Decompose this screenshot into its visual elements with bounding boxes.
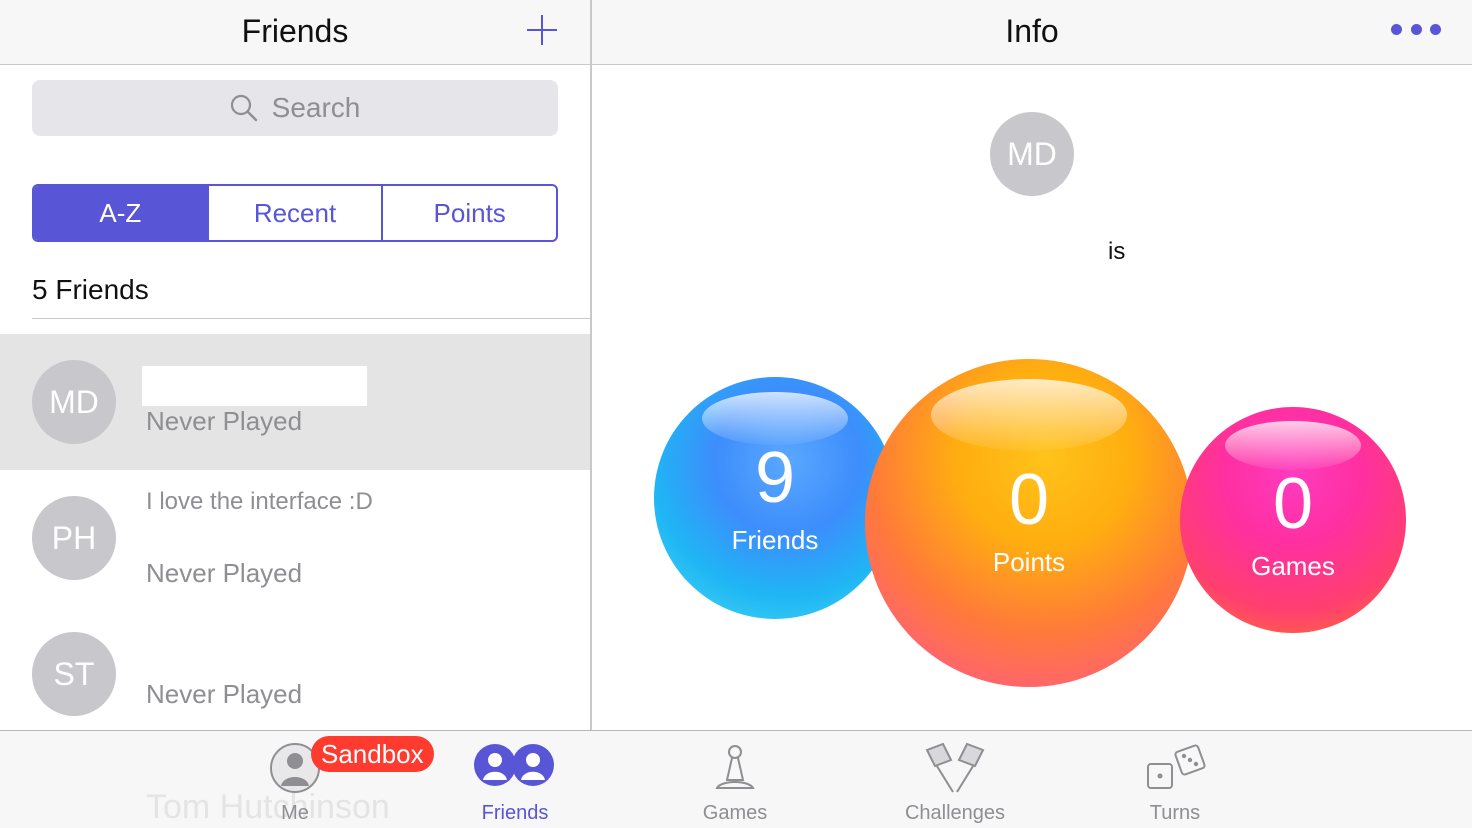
tab-friends[interactable]: Friends bbox=[445, 740, 585, 828]
friend-row[interactable]: ST Never Played bbox=[0, 606, 590, 742]
plus-icon[interactable] bbox=[522, 10, 562, 50]
more-icon[interactable] bbox=[1391, 24, 1441, 36]
points-value: 0 bbox=[1008, 460, 1050, 540]
segment-points[interactable]: Points bbox=[381, 186, 556, 240]
friends-pane: Friends Search A-Z Recent Points 5 Frien… bbox=[0, 0, 591, 730]
tab-challenges[interactable]: Challenges bbox=[885, 740, 1025, 828]
tab-games[interactable]: Games bbox=[665, 740, 805, 828]
friend-status: Never Played bbox=[146, 406, 303, 436]
dice-icon bbox=[1147, 744, 1206, 789]
friend-message: I love the interface :D bbox=[146, 488, 373, 515]
segment-recent[interactable]: Recent bbox=[206, 186, 382, 240]
friend-status: Never Played bbox=[146, 558, 303, 588]
games-bubble[interactable]: 0 Games bbox=[1180, 407, 1406, 633]
section-divider bbox=[32, 318, 590, 319]
tab-label: Me bbox=[281, 802, 309, 824]
tab-label: Turns bbox=[1149, 802, 1201, 824]
games-bubble-label: Games bbox=[1251, 551, 1335, 581]
friends-navbar: Friends bbox=[0, 0, 590, 65]
tab-label: Friends bbox=[481, 802, 549, 824]
tab-label: Challenges bbox=[904, 802, 1006, 824]
friends-bubble[interactable]: 9 Friends bbox=[654, 377, 896, 619]
flags-icon bbox=[925, 742, 985, 793]
friend-status: Never Played bbox=[146, 679, 303, 709]
avatar: MD bbox=[32, 360, 116, 444]
search-placeholder: Search bbox=[271, 92, 361, 123]
pawn-icon bbox=[715, 745, 755, 789]
avatar: MD bbox=[990, 112, 1074, 196]
redacted-name bbox=[142, 366, 367, 406]
friends-count-value: 9 bbox=[754, 438, 796, 518]
games-value: 0 bbox=[1272, 464, 1314, 544]
search-input[interactable]: Search bbox=[32, 80, 558, 136]
friend-row[interactable]: MD Never Played bbox=[0, 334, 590, 470]
sandbox-badge: Sandbox bbox=[311, 736, 434, 772]
tab-label: Games bbox=[702, 802, 768, 824]
avatar: ST bbox=[32, 632, 116, 716]
friends-count: 5 Friends bbox=[32, 274, 149, 305]
info-title: Info bbox=[1005, 13, 1059, 49]
pane-divider bbox=[590, 0, 592, 730]
info-navbar: Info bbox=[592, 0, 1472, 65]
friend-row[interactable]: PH I love the interface :D Never Played bbox=[0, 470, 590, 606]
points-bubble-label: Points bbox=[992, 547, 1066, 577]
search-icon bbox=[230, 94, 257, 122]
friends-bubble-label: Friends bbox=[731, 525, 819, 555]
friends-icon bbox=[474, 744, 554, 786]
segment-a-z[interactable]: A-Z bbox=[34, 186, 207, 240]
points-bubble[interactable]: 0 Points bbox=[865, 359, 1193, 687]
tab-turns[interactable]: Turns bbox=[1105, 740, 1245, 828]
status-text: is bbox=[1108, 238, 1126, 265]
page-title: Friends bbox=[241, 13, 349, 49]
avatar: PH bbox=[32, 496, 116, 580]
sort-segmented-control: A-Z Recent Points bbox=[32, 184, 558, 242]
